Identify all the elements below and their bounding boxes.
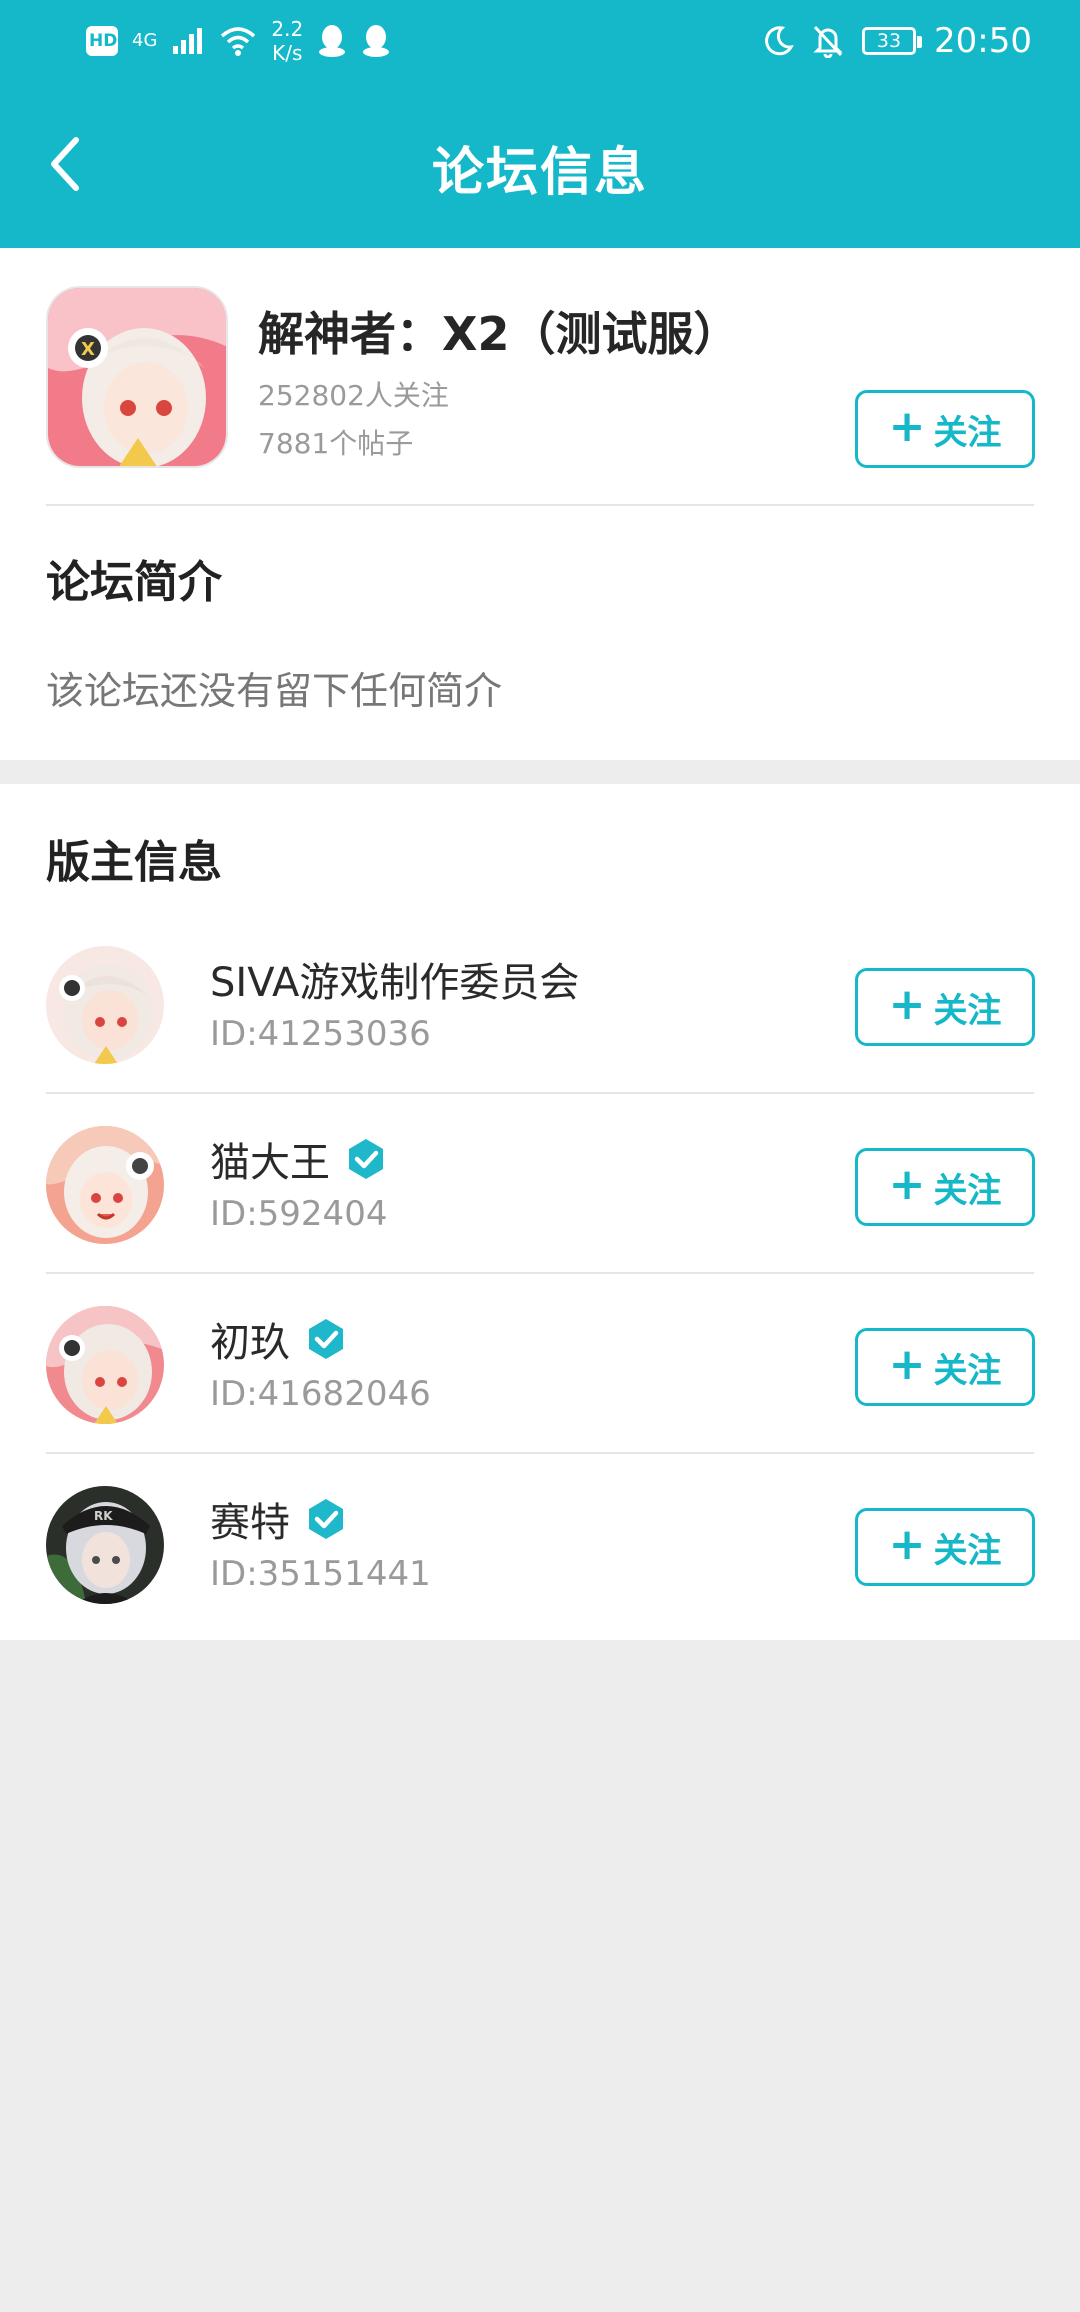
moderator-follow-button[interactable]: + 关注 bbox=[855, 968, 1035, 1046]
intro-section-title: 论坛简介 bbox=[46, 557, 222, 608]
follow-label: 关注 bbox=[933, 990, 1002, 1031]
follow-label: 关注 bbox=[933, 1350, 1002, 1391]
moderator-row[interactable]: RK 赛特 ID:35151441 + 关注 bbox=[0, 1454, 1080, 1634]
moderators-card: 版主信息 SIVA游戏制作委员会 ID:41253036 + 关注 猫大王 ID… bbox=[0, 784, 1080, 1640]
plus-icon: + bbox=[888, 1339, 926, 1390]
bell-off-icon bbox=[813, 25, 843, 58]
network-type: 4G bbox=[132, 30, 158, 51]
forum-name: 解神者：X2（测试服） bbox=[258, 307, 740, 361]
status-bar: HD 4G 2.2 K/s 33 20:50 bbox=[0, 0, 1080, 80]
plus-icon: + bbox=[888, 1519, 926, 1570]
forum-logo: X bbox=[46, 286, 228, 468]
moon-icon bbox=[765, 26, 794, 56]
forum-post-count: 7881个帖子 bbox=[258, 427, 414, 460]
moderators-section-title: 版主信息 bbox=[46, 837, 222, 888]
page-title: 论坛信息 bbox=[431, 143, 648, 203]
verified-check-icon bbox=[309, 1499, 343, 1539]
moderator-name-line: 初玖 bbox=[210, 1310, 348, 1368]
avatar-image bbox=[46, 946, 164, 1064]
moderator-row[interactable]: SIVA游戏制作委员会 ID:41253036 + 关注 bbox=[0, 914, 1080, 1094]
moderator-follow-button[interactable]: + 关注 bbox=[855, 1148, 1035, 1226]
verified-check-icon bbox=[309, 1319, 343, 1359]
moderator-follow-button[interactable]: + 关注 bbox=[855, 1328, 1035, 1406]
forum-follower-count: 252802人关注 bbox=[258, 379, 449, 412]
plus-icon: + bbox=[888, 1159, 926, 1210]
verified-check-icon bbox=[349, 1139, 383, 1179]
plus-icon: + bbox=[888, 401, 926, 452]
qq-icon-2 bbox=[363, 25, 390, 57]
qq-icon bbox=[319, 25, 346, 57]
title-bar: 论坛信息 bbox=[0, 80, 1080, 248]
app-header: HD 4G 2.2 K/s 33 20:50 论坛信息 bbox=[0, 0, 1080, 248]
battery-indicator: 33 bbox=[862, 27, 923, 55]
avatar[interactable] bbox=[46, 946, 164, 1064]
signal-icon bbox=[173, 28, 203, 54]
net-speed: 2.2 K/s bbox=[271, 17, 303, 65]
avatar[interactable] bbox=[46, 1306, 164, 1424]
net-speed-value: 2.2 bbox=[271, 17, 304, 41]
moderator-id: ID:35151441 bbox=[210, 1554, 431, 1594]
follow-label: 关注 bbox=[933, 1170, 1002, 1211]
status-right: 33 20:50 bbox=[762, 16, 1032, 66]
hd-badge: HD bbox=[86, 26, 118, 56]
svg-text:RK: RK bbox=[94, 1509, 113, 1523]
forum-info-card: X 解神者：X2（测试服） 252802人关注 7881个帖子 + 关注 论坛简… bbox=[0, 248, 1080, 760]
moderator-id: ID:41682046 bbox=[210, 1374, 431, 1414]
forum-logo-image: X bbox=[48, 288, 226, 466]
forum-follow-button[interactable]: + 关注 bbox=[855, 390, 1035, 468]
svg-text:X: X bbox=[81, 339, 95, 360]
moderator-name-line: 猫大王 bbox=[210, 1130, 388, 1188]
intro-text: 该论坛还没有留下任何简介 bbox=[46, 669, 503, 713]
plus-icon: + bbox=[888, 979, 926, 1030]
net-speed-unit: K/s bbox=[272, 41, 303, 65]
avatar-image bbox=[46, 1306, 164, 1424]
moderator-name-line: SIVA游戏制作委员会 bbox=[210, 950, 579, 1008]
moderator-name: 初玖 bbox=[210, 1320, 290, 1366]
divider bbox=[46, 504, 1034, 506]
wifi-icon bbox=[221, 27, 256, 56]
moderator-name: 赛特 bbox=[210, 1500, 290, 1546]
avatar[interactable] bbox=[46, 1126, 164, 1244]
moderator-id: ID:41253036 bbox=[210, 1014, 431, 1054]
clock: 20:50 bbox=[934, 21, 1032, 61]
moderator-row[interactable]: 猫大王 ID:592404 + 关注 bbox=[0, 1094, 1080, 1274]
moderator-name: SIVA游戏制作委员会 bbox=[210, 960, 580, 1006]
moderator-follow-button[interactable]: + 关注 bbox=[855, 1508, 1035, 1586]
avatar[interactable]: RK bbox=[46, 1486, 164, 1604]
follow-label: 关注 bbox=[933, 1530, 1002, 1571]
moderator-name: 猫大王 bbox=[210, 1140, 330, 1186]
avatar-image bbox=[46, 1126, 164, 1244]
status-left: HD 4G 2.2 K/s bbox=[86, 16, 391, 66]
avatar-image: RK bbox=[46, 1486, 164, 1604]
follow-label: 关注 bbox=[933, 412, 1002, 453]
moderator-row[interactable]: 初玖 ID:41682046 + 关注 bbox=[0, 1274, 1080, 1454]
moderator-name-line: 赛特 bbox=[210, 1490, 348, 1548]
moderator-id: ID:592404 bbox=[210, 1194, 388, 1234]
